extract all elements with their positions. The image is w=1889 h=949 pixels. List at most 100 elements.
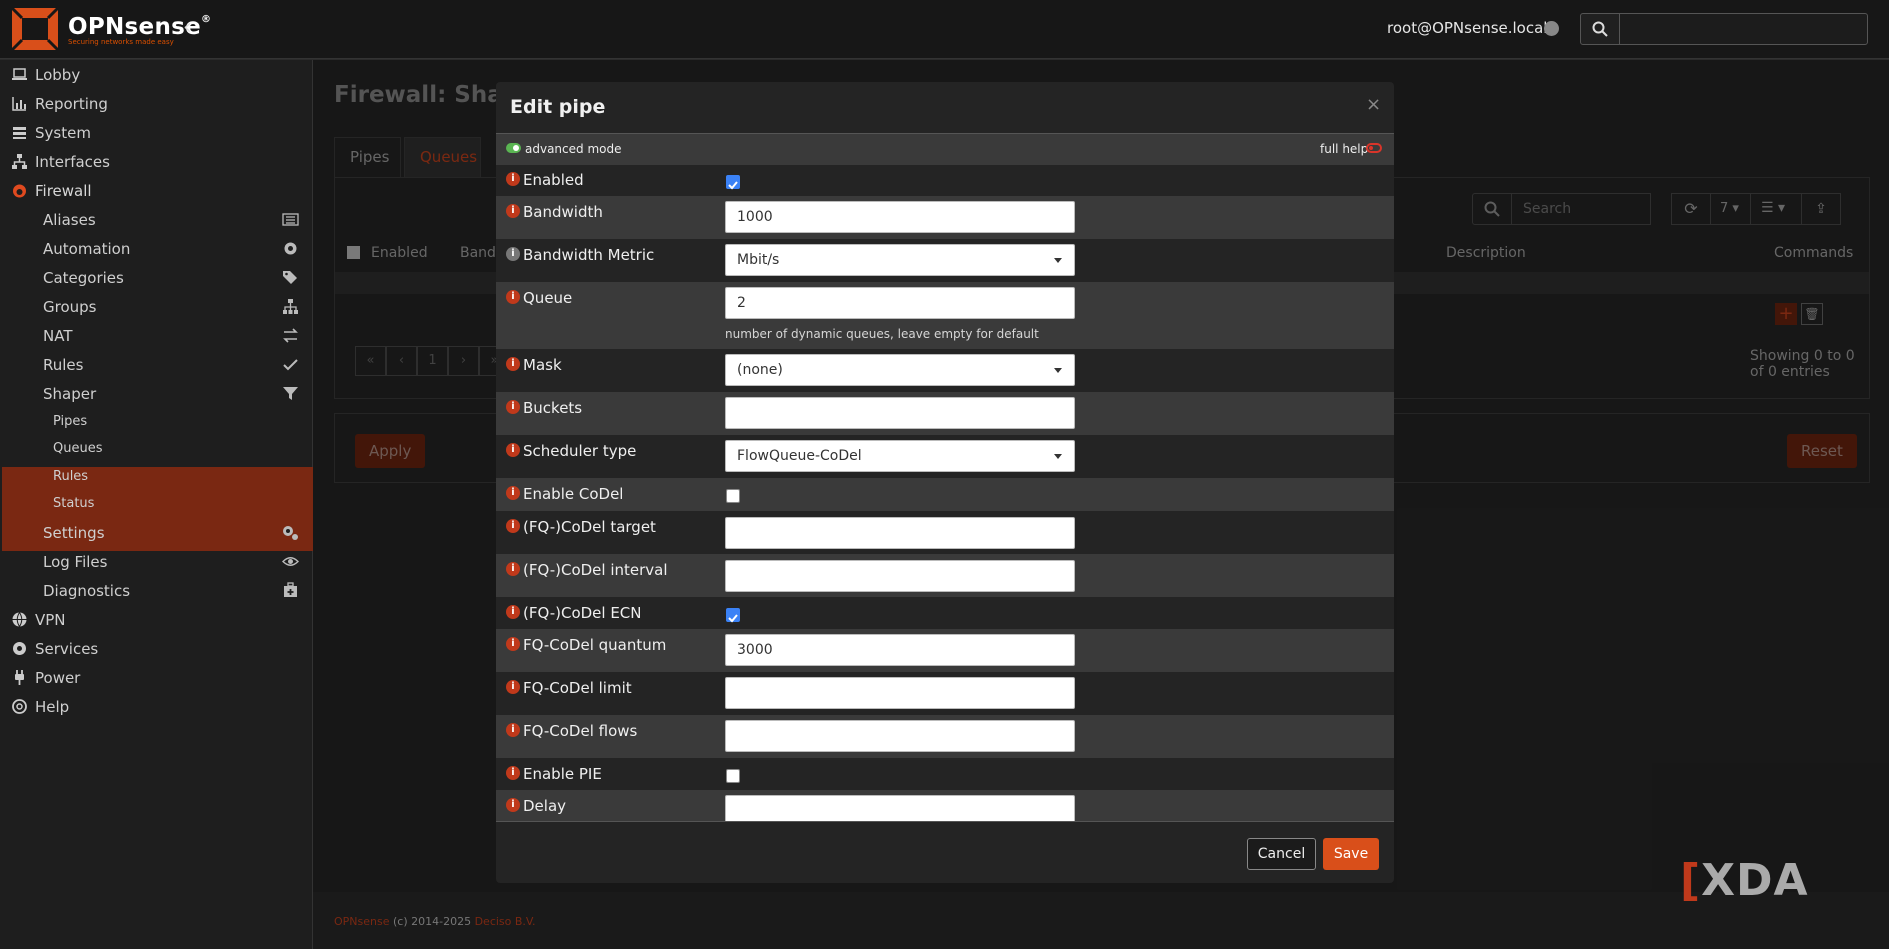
sidebar-item-settings[interactable]: Settings [0, 518, 313, 547]
field-row-fq-limit: i FQ-CoDel limit [496, 672, 1394, 715]
info-icon[interactable]: i [506, 562, 520, 576]
dialog-body: advanced mode full help i Enabled i Band… [496, 134, 1394, 821]
field-label-enabled: Enabled [523, 171, 584, 189]
full-help-toggle[interactable] [1366, 143, 1382, 153]
info-icon[interactable]: i [506, 798, 520, 812]
save-button[interactable]: Save [1323, 838, 1379, 870]
checkmark-icon [728, 614, 738, 623]
field-label-fq-quantum: FQ-CoDel quantum [523, 636, 667, 654]
fq-flows-input[interactable] [725, 720, 1075, 752]
enable-pie-checkbox[interactable] [726, 769, 740, 783]
network-icon [12, 154, 27, 169]
sidebar-item-services[interactable]: Services [0, 634, 313, 663]
sidebar-item-rules[interactable]: Rules [0, 350, 313, 379]
sidebar-item-power[interactable]: Power [0, 663, 313, 692]
field-label-codel-ecn: (FQ-)CoDel ECN [523, 604, 642, 622]
sidebar-item-help[interactable]: Help [0, 692, 313, 721]
exchange-icon [283, 328, 298, 343]
sidebar-item-diagnostics[interactable]: Diagnostics [0, 576, 313, 605]
field-label-codel-target: (FQ-)CoDel target [523, 518, 656, 536]
sidebar-item-categories[interactable]: Categories [0, 263, 313, 292]
field-row-delay: i Delay [496, 790, 1394, 821]
field-row-codel-ecn: i (FQ-)CoDel ECN [496, 597, 1394, 629]
info-icon[interactable]: i [506, 486, 520, 500]
info-icon[interactable]: i [506, 519, 520, 533]
server-icon [13, 127, 26, 139]
info-icon[interactable]: i [506, 637, 520, 651]
info-icon[interactable]: i [506, 247, 520, 261]
info-icon[interactable]: i [506, 680, 520, 694]
sidebar-item-shaper-rules[interactable]: Rules [0, 463, 313, 490]
sidebar-item-system[interactable]: System [0, 118, 313, 147]
info-icon[interactable]: i [506, 204, 520, 218]
checkmark-icon [728, 181, 738, 190]
mask-select[interactable]: (none) [725, 354, 1075, 386]
info-icon[interactable]: i [506, 400, 520, 414]
field-row-codel-interval: i (FQ-)CoDel interval [496, 554, 1394, 597]
info-icon[interactable]: i [506, 723, 520, 737]
sidebar-item-aliases[interactable]: Aliases [0, 205, 313, 234]
field-label-bandwidth: Bandwidth [523, 203, 603, 221]
laptop-icon [12, 68, 27, 80]
field-label-delay: Delay [523, 797, 567, 815]
global-search-input[interactable] [1619, 13, 1868, 45]
sidebar-item-groups[interactable]: Groups [0, 292, 313, 321]
footer-brand-link[interactable]: OPNsense [334, 915, 390, 928]
sidebar-item-lobby[interactable]: Lobby [0, 60, 313, 89]
codel-ecn-checkbox[interactable] [726, 608, 740, 623]
sidebar-item-log-files[interactable]: Log Files [0, 547, 313, 576]
field-label-bandwidth-metric: Bandwidth Metric [523, 246, 655, 264]
sidebar-item-firewall[interactable]: Firewall [0, 176, 313, 205]
sidebar-item-automation[interactable]: Automation [0, 234, 313, 263]
delay-input[interactable] [725, 795, 1075, 821]
queue-help-text: number of dynamic queues, leave empty fo… [725, 327, 1039, 341]
footer-company-link[interactable]: Deciso B.V. [475, 915, 536, 928]
sidebar-item-nat[interactable]: NAT [0, 321, 313, 350]
sidebar-item-vpn[interactable]: VPN [0, 605, 313, 634]
opnsense-logo[interactable] [10, 6, 60, 52]
fire-icon [13, 184, 26, 198]
info-icon[interactable]: i [506, 357, 520, 371]
codel-interval-input[interactable] [725, 560, 1075, 592]
status-indicator-icon[interactable] [1544, 21, 1559, 36]
field-label-mask: Mask [523, 356, 562, 374]
info-icon[interactable]: i [506, 172, 520, 186]
list-icon [282, 213, 299, 226]
queue-input[interactable]: 2 [725, 287, 1075, 319]
field-row-scheduler-type: i Scheduler type FlowQueue-CoDel [496, 435, 1394, 478]
sidebar-item-pipes[interactable]: Pipes [0, 408, 313, 435]
close-icon[interactable]: × [1366, 94, 1381, 115]
sidebar-item-status[interactable]: Status [0, 490, 313, 517]
globe-icon [12, 612, 27, 628]
scheduler-type-select[interactable]: FlowQueue-CoDel [725, 440, 1075, 472]
collapse-sidebar-icon[interactable]: ‹ [183, 15, 192, 40]
buckets-input[interactable] [725, 397, 1075, 429]
enable-codel-checkbox[interactable] [726, 489, 740, 503]
sidebar-item-interfaces[interactable]: Interfaces [0, 147, 313, 176]
footer-copyright: OPNsense (c) 2014-2025 Deciso B.V. [334, 915, 536, 928]
global-search-button[interactable] [1580, 13, 1620, 45]
codel-target-input[interactable] [725, 517, 1075, 549]
plug-icon [15, 670, 24, 685]
info-icon[interactable]: i [506, 443, 520, 457]
sidebar-item-queues[interactable]: Queues [0, 435, 313, 462]
sidebar-item-shaper[interactable]: Shaper [0, 379, 313, 408]
tags-icon [283, 271, 297, 284]
user-account[interactable]: root@OPNsense.local [1387, 19, 1547, 37]
search-icon [1592, 21, 1608, 37]
fq-limit-input[interactable] [725, 677, 1075, 709]
info-icon[interactable]: i [506, 605, 520, 619]
fq-quantum-input[interactable]: 3000 [725, 634, 1075, 666]
dialog-footer-divider [496, 821, 1394, 822]
sidebar-item-reporting[interactable]: Reporting [0, 89, 313, 118]
eye-icon [282, 557, 299, 566]
bandwidth-input[interactable]: 1000 [725, 201, 1075, 233]
gear-icon [284, 242, 297, 255]
chevron-down-icon [1054, 454, 1062, 459]
info-icon[interactable]: i [506, 766, 520, 780]
info-icon[interactable]: i [506, 290, 520, 304]
cancel-button[interactable]: Cancel [1247, 838, 1316, 870]
enabled-checkbox[interactable] [726, 175, 740, 190]
advanced-mode-toggle[interactable] [506, 143, 521, 153]
bandwidth-metric-select[interactable]: Mbit/s [725, 244, 1075, 276]
